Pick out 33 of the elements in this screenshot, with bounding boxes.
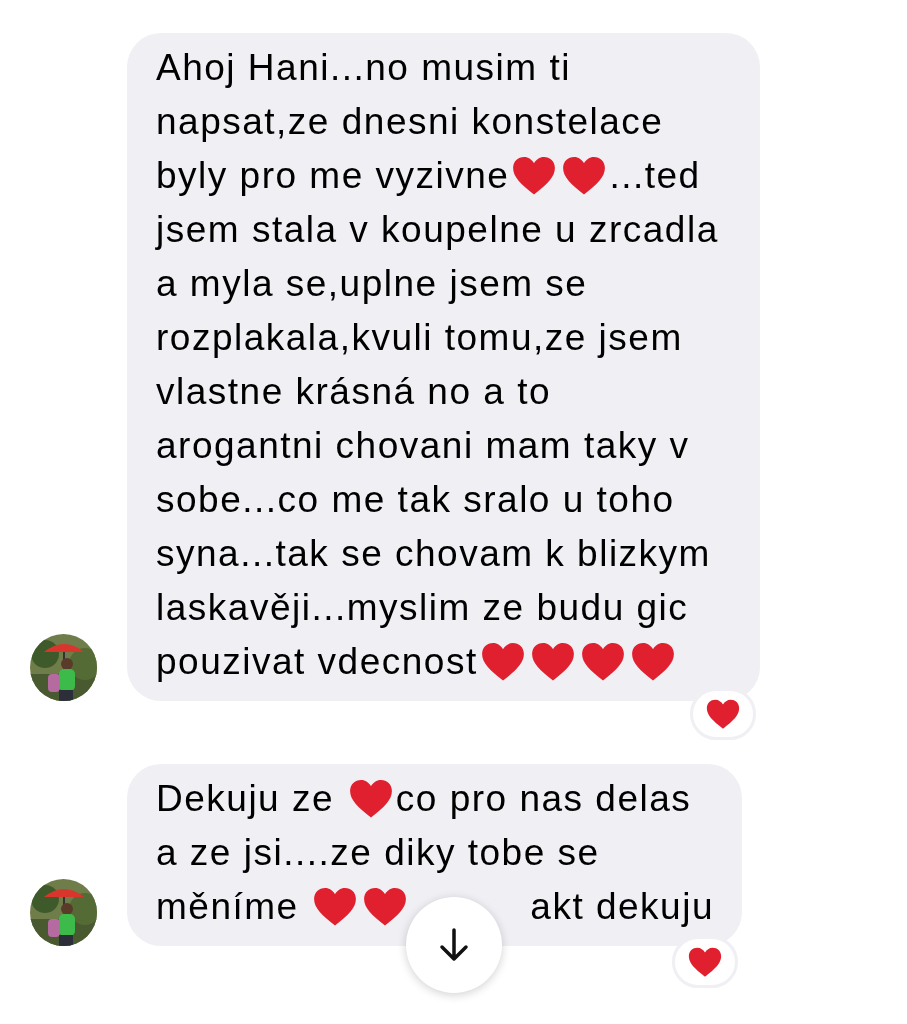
heart-icon [530, 642, 575, 682]
message-text: ...ted [609, 154, 701, 198]
arrow-down-icon [439, 928, 469, 962]
message-text: co pro nas delas [395, 777, 692, 821]
heart-icon [363, 887, 408, 927]
reaction-badge[interactable] [690, 688, 756, 740]
message-text: vlastne krásná no a to [156, 370, 551, 414]
message-text: rozplakala,kvuli tomu,ze jsem [156, 316, 683, 360]
message-text: pouzivat vdecnost [156, 640, 478, 684]
message-text: laskavěji...myslim ze budu gic [156, 586, 689, 630]
message-text: napsat,ze dnesni konstelace [156, 100, 664, 144]
message-text: byly pro me vyzivne [156, 154, 510, 198]
heart-icon [313, 887, 358, 927]
heart-icon [512, 156, 557, 196]
message-text: akt dekuju [530, 885, 714, 929]
message-text: jsem stala v koupelne u zrcadla [156, 208, 719, 252]
message-text: Dekuju ze [156, 777, 336, 821]
message-text: sobe...co me tak sralo u toho [156, 478, 675, 522]
message-text: měníme [156, 885, 300, 929]
message-text: Ahoj Hani...no musim ti [156, 46, 571, 90]
heart-icon [562, 156, 607, 196]
heart-icon [348, 779, 393, 819]
message-text: a myla se,uplne jsem se [156, 262, 588, 306]
reaction-badge[interactable] [672, 936, 738, 988]
heart-icon [688, 946, 722, 978]
heart-icon [706, 698, 740, 730]
message-text: arogantni chovani mam taky v [156, 424, 690, 468]
scroll-down-button[interactable] [406, 897, 502, 993]
heart-icon [580, 642, 625, 682]
message-text: a ze jsi....ze diky tobe se [156, 831, 600, 875]
message-text: syna...tak se chovam k blizkym [156, 532, 711, 576]
heart-icon [630, 642, 675, 682]
heart-icon [480, 642, 525, 682]
